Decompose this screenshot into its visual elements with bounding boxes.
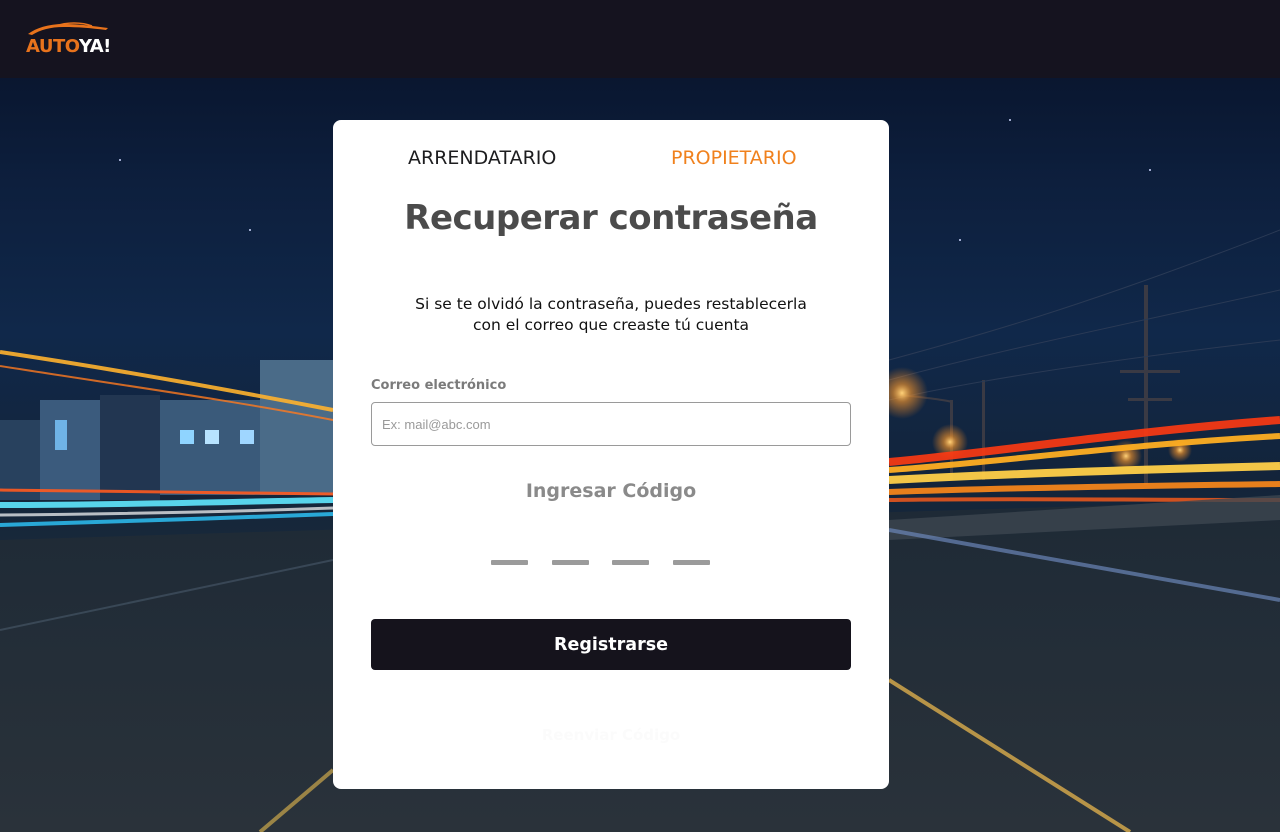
tab-arrendatario[interactable]: ARRENDATARIO bbox=[408, 146, 556, 170]
car-silhouette-icon bbox=[28, 22, 108, 35]
resend-code-link[interactable]: Reenviar Código bbox=[333, 724, 889, 746]
register-button[interactable]: Registrarse bbox=[371, 619, 851, 670]
code-digit-3[interactable] bbox=[612, 560, 649, 565]
instructions-line-2: con el correo que creaste tú cuenta bbox=[472, 316, 750, 334]
instructions-text: Si se te olvidó la contraseña, puedes re… bbox=[373, 294, 849, 336]
password-recovery-card: ARRENDATARIO PROPIETARIO Recuperar contr… bbox=[333, 120, 889, 789]
code-digit-1[interactable] bbox=[491, 560, 528, 565]
email-input[interactable] bbox=[371, 402, 851, 446]
autoya-logo[interactable]: AUTOYA! bbox=[24, 22, 114, 62]
logo-wordmark: AUTOYA! bbox=[26, 37, 111, 57]
logo-text-auto: AUTO bbox=[26, 36, 79, 57]
email-field-label: Correo electrónico bbox=[371, 378, 507, 393]
page-title: Recuperar contraseña bbox=[404, 198, 818, 238]
enter-code-heading[interactable]: Ingresar Código bbox=[333, 478, 889, 504]
instructions-line-1: Si se te olvidó la contraseña, puedes re… bbox=[415, 295, 807, 313]
top-navigation-bar: AUTOYA! bbox=[0, 0, 1280, 78]
logo-text-ya: YA! bbox=[78, 36, 111, 57]
code-digit-4[interactable] bbox=[673, 560, 710, 565]
tab-propietario[interactable]: PROPIETARIO bbox=[671, 146, 797, 170]
code-digit-2[interactable] bbox=[552, 560, 589, 565]
